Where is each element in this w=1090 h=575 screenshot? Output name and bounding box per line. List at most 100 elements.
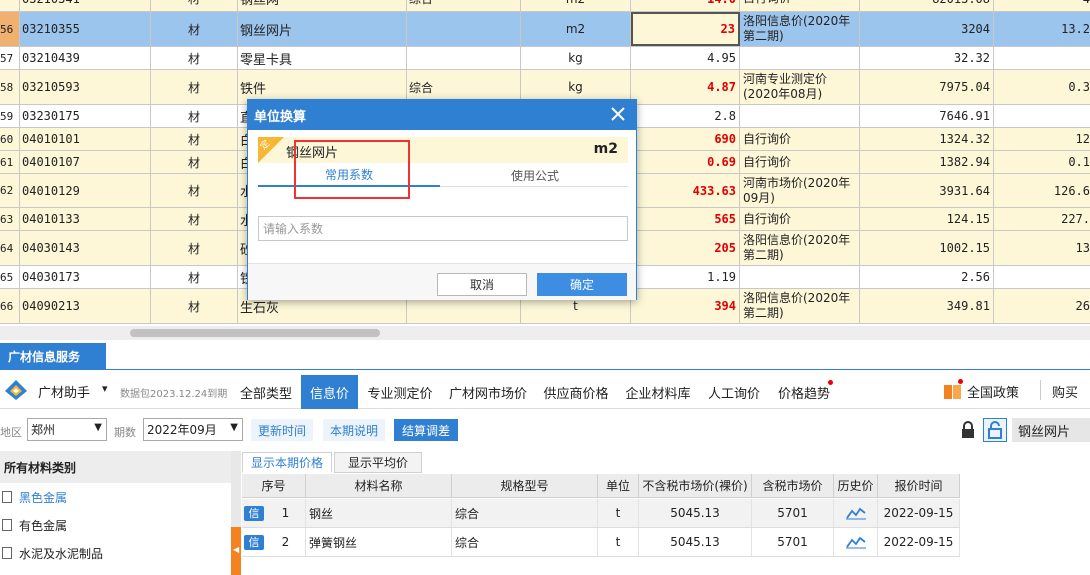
row-index[interactable]: 65: [0, 266, 20, 288]
horizontal-scrollbar[interactable]: [0, 326, 1090, 340]
extra-value[interactable]: [994, 47, 1090, 69]
ok-button[interactable]: 确定: [537, 273, 627, 296]
cell-name[interactable]: 弹簧钢丝: [306, 528, 452, 556]
nav-tab-manual-inquiry[interactable]: 人工询价: [702, 375, 766, 409]
material-price[interactable]: 23: [631, 12, 740, 46]
extra-value[interactable]: 4: [994, 0, 1090, 11]
col-header[interactable]: 材料名称: [306, 474, 452, 498]
region-select[interactable]: 郑州 ▼: [27, 418, 107, 441]
row-index[interactable]: 57: [0, 47, 20, 69]
tab-current-price[interactable]: 显示本期价格: [242, 452, 332, 473]
col-header[interactable]: 单位: [598, 474, 639, 498]
update-time-button[interactable]: 更新时间: [251, 419, 313, 441]
total-value[interactable]: 124.15: [860, 208, 994, 230]
col-header[interactable]: 含税市场价: [752, 474, 834, 498]
total-value[interactable]: 349.81: [860, 289, 994, 323]
price-source[interactable]: [740, 47, 860, 69]
cell-name[interactable]: 钢丝: [306, 499, 452, 527]
total-value[interactable]: 7975.04: [860, 70, 994, 104]
material-price[interactable]: 394: [631, 289, 740, 323]
material-type[interactable]: 材: [151, 70, 238, 104]
row-index[interactable]: 58: [0, 70, 20, 104]
nav-tab-all-types[interactable]: 全部类型: [234, 375, 298, 409]
nav-tab-supplier-price[interactable]: 供应商价格: [538, 375, 614, 409]
material-code[interactable]: 03230175: [20, 105, 151, 127]
extra-value[interactable]: 227.: [994, 208, 1090, 230]
price-source[interactable]: 自行询价: [740, 208, 860, 230]
extra-value[interactable]: 126.6: [994, 174, 1090, 207]
total-value[interactable]: 1002.15: [860, 231, 994, 265]
cell-spec[interactable]: 综合: [452, 528, 598, 556]
grid-row[interactable]: 56 03210355 材钢丝网片 m2 23 洛阳信息价(2020年第二期) 3204 13…: [0, 12, 1090, 47]
close-icon[interactable]: [608, 104, 628, 124]
extra-value[interactable]: 0.3: [994, 70, 1090, 104]
material-price[interactable]: 1.19: [631, 266, 740, 288]
material-unit[interactable]: m2: [521, 12, 631, 46]
total-value[interactable]: 82013.08: [860, 0, 994, 11]
collapse-sidebar-button[interactable]: ◀: [231, 527, 241, 575]
material-name[interactable]: 钢丝网片: [238, 12, 407, 46]
material-type[interactable]: 材: [151, 289, 238, 323]
material-code[interactable]: 03210593: [20, 70, 151, 104]
grid-row[interactable]: 57 03210439 材零星卡具 kg 4.95 32.32: [0, 47, 1090, 70]
cell-unit[interactable]: t: [598, 499, 639, 527]
total-value[interactable]: 2.56: [860, 266, 994, 288]
material-price[interactable]: 2.8: [631, 105, 740, 127]
material-price[interactable]: 0.69: [631, 151, 740, 173]
extra-value[interactable]: 0.1: [994, 151, 1090, 173]
nav-tab-price-trend[interactable]: 价格趋势: [772, 375, 836, 409]
extra-value[interactable]: 26: [994, 289, 1090, 323]
coefficient-input[interactable]: 请输入系数: [258, 216, 628, 241]
material-type[interactable]: 材: [151, 0, 238, 11]
table-row[interactable]: 信 2 弹簧钢丝 综合 t 5045.13 5701 2022-09-15: [242, 528, 960, 557]
material-type[interactable]: 材: [151, 105, 238, 127]
material-code[interactable]: 03210341: [20, 0, 151, 11]
brand-name[interactable]: 广材助手: [38, 382, 90, 401]
col-header[interactable]: 历史价: [834, 474, 878, 498]
row-index[interactable]: 60: [0, 128, 20, 150]
price-source[interactable]: 自行询价: [740, 128, 860, 150]
category-item[interactable]: 水泥及水泥制品: [0, 539, 231, 567]
col-header[interactable]: 规格型号: [452, 474, 598, 498]
total-value[interactable]: 1324.32: [860, 128, 994, 150]
cell-price-in[interactable]: 5701: [752, 528, 834, 556]
material-spec[interactable]: [407, 12, 521, 46]
material-name[interactable]: 零星卡具: [238, 47, 407, 69]
row-index[interactable]: [0, 0, 20, 11]
material-type[interactable]: 材: [151, 174, 238, 207]
price-source[interactable]: 洛阳信息价(2020年第二期): [740, 289, 860, 323]
tab-average-price[interactable]: 显示平均价: [334, 452, 422, 473]
category-item[interactable]: 黑色金属: [0, 483, 231, 511]
material-unit[interactable]: kg: [521, 47, 631, 69]
price-source[interactable]: 自行询价: [740, 151, 860, 173]
material-code[interactable]: 04010107: [20, 151, 151, 173]
extra-value[interactable]: 13.2: [994, 12, 1090, 46]
extra-value[interactable]: 12: [994, 128, 1090, 150]
price-source[interactable]: 自行询价: [740, 0, 860, 11]
price-source[interactable]: [740, 266, 860, 288]
col-header[interactable]: 序号: [242, 474, 306, 498]
material-price[interactable]: 4.95: [631, 47, 740, 69]
settle-adjust-button[interactable]: 结算调差: [394, 419, 458, 441]
total-value[interactable]: 7646.91: [860, 105, 994, 127]
material-type[interactable]: 材: [151, 47, 238, 69]
unlock-icon[interactable]: [983, 418, 1007, 442]
material-name[interactable]: 钢丝网: [238, 0, 407, 11]
price-source[interactable]: 河南市场价(2020年09月): [740, 174, 860, 207]
price-source[interactable]: 洛阳信息价(2020年第二期): [740, 12, 860, 46]
row-index[interactable]: 56: [0, 12, 20, 46]
category-item[interactable]: 有色金属: [0, 511, 231, 539]
row-index[interactable]: 64: [0, 231, 20, 265]
material-type[interactable]: 材: [151, 151, 238, 173]
material-type[interactable]: 材: [151, 231, 238, 265]
cell-unit[interactable]: t: [598, 528, 639, 556]
extra-value[interactable]: [994, 266, 1090, 288]
material-code[interactable]: 04090213: [20, 289, 151, 323]
lock-icon[interactable]: [956, 418, 980, 442]
total-value[interactable]: 32.32: [860, 47, 994, 69]
buy-link[interactable]: 购买: [1052, 382, 1078, 401]
material-code[interactable]: 04010101: [20, 128, 151, 150]
nav-tab-professional-price[interactable]: 专业测定价: [362, 375, 438, 409]
col-header[interactable]: 报价时间: [878, 474, 960, 498]
material-type[interactable]: 材: [151, 128, 238, 150]
